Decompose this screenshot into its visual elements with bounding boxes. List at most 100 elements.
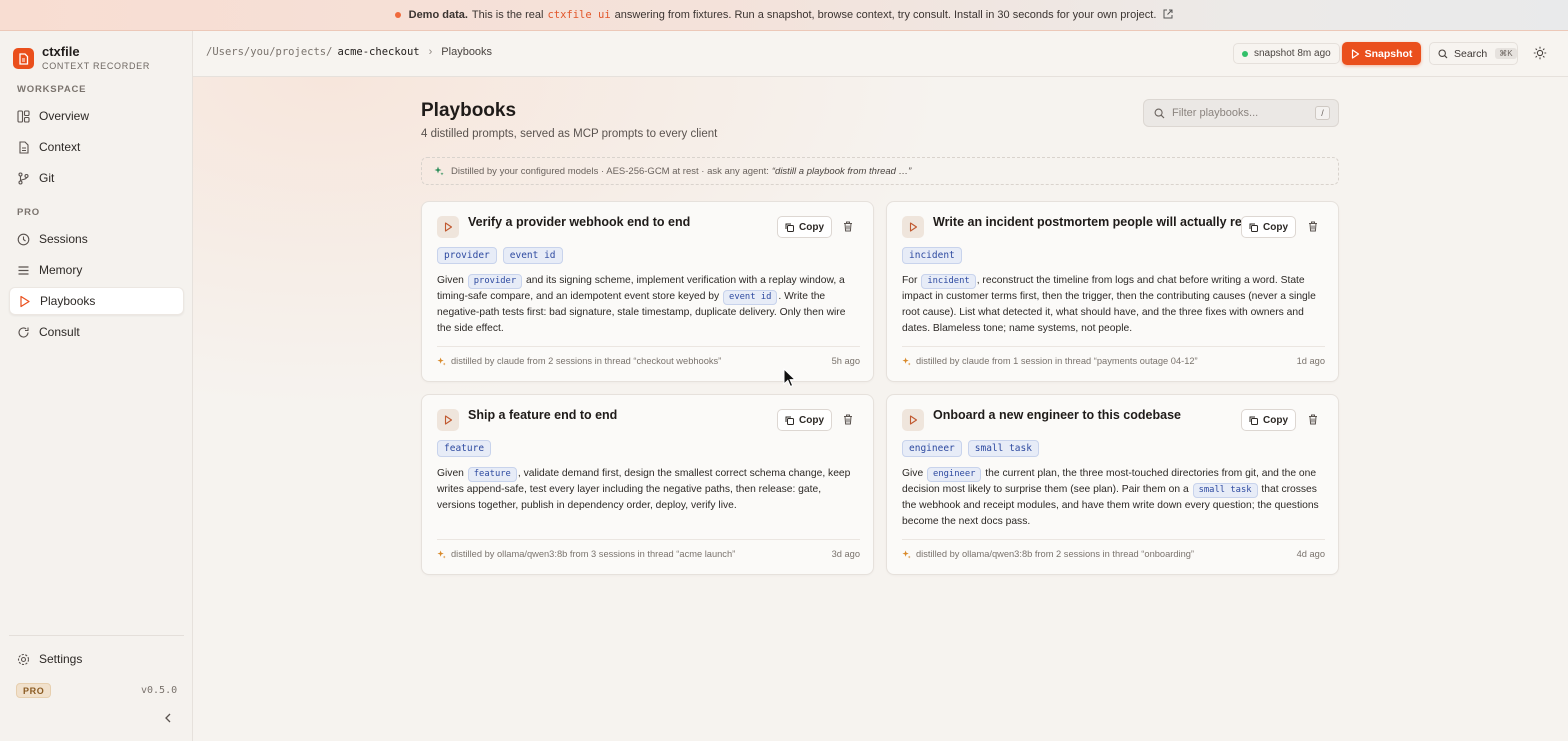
trash-icon — [844, 221, 852, 232]
provenance-text: distilled by ollama/qwen3:8b from 2 sess… — [916, 549, 1195, 559]
breadcrumb-path: /Users/you/projects/ — [206, 46, 333, 58]
tag[interactable]: incident — [902, 247, 962, 264]
copy-button[interactable]: Copy — [777, 216, 832, 238]
provenance-text: distilled by claude from 1 session in th… — [916, 356, 1198, 366]
play-icon — [444, 222, 452, 232]
tag[interactable]: event id — [502, 247, 563, 264]
tag[interactable]: feature — [437, 440, 492, 457]
sidebar-item-settings[interactable]: Settings — [9, 645, 184, 673]
filter-input[interactable] — [1172, 107, 1307, 119]
main-content: Playbooks 4 distilled prompts, served as… — [193, 77, 1568, 741]
sidebar-item-consult[interactable]: Consult — [9, 318, 184, 346]
playbook-body: Give engineer the current plan, the thre… — [902, 466, 1327, 530]
info-text: Distilled by your configured models · AE… — [451, 165, 769, 177]
breadcrumb-page: Playbooks — [441, 46, 493, 58]
version-label: v0.5.0 — [141, 685, 178, 696]
copy-button[interactable]: Copy — [1241, 216, 1296, 238]
external-link-icon[interactable] — [1163, 9, 1173, 22]
tag[interactable]: provider — [437, 247, 497, 264]
banner-dot — [394, 12, 401, 18]
body-text: For — [902, 275, 921, 286]
sidebar-divider — [9, 635, 184, 636]
sidebar-item-memory[interactable]: Memory — [9, 256, 184, 284]
sun-icon — [1533, 46, 1547, 60]
page-subtitle: 4 distilled prompts, served as MCP promp… — [421, 128, 718, 140]
inline-tag: event id — [723, 290, 778, 305]
tag-list: feature — [437, 440, 492, 457]
run-playbook-button[interactable] — [437, 216, 459, 238]
brand-name: ctxfile — [42, 44, 80, 59]
topbar: /Users/you/projects/ acme-checkout › Pla… — [193, 31, 1568, 77]
search-icon — [1438, 48, 1448, 58]
playbook-footer: distilled by ollama/qwen3:8b from 2 sess… — [902, 539, 1325, 559]
sidebar-item-context[interactable]: Context — [9, 133, 184, 161]
delete-button[interactable] — [843, 221, 853, 235]
mouse-cursor-icon — [783, 367, 797, 391]
distill-info-bar: Distilled by your configured models · AE… — [421, 157, 1339, 185]
tag[interactable]: engineer — [902, 440, 962, 457]
inline-tag: engineer — [927, 467, 982, 482]
playbook-card[interactable]: Write an incident postmortem people will… — [886, 201, 1339, 382]
sidebar-item-git[interactable]: Git — [9, 164, 184, 192]
search-icon — [1154, 108, 1165, 118]
brand[interactable]: ctxfile CONTEXT RECORDER — [13, 45, 150, 72]
play-icon — [444, 415, 452, 425]
sidebar: ctxfile CONTEXT RECORDER WORKSPACE Overv… — [0, 31, 193, 741]
collapse-sidebar-button[interactable] — [164, 712, 172, 726]
sidebar-item-sessions[interactable]: Sessions — [9, 225, 184, 253]
filter-field[interactable]: / — [1143, 99, 1339, 127]
tag-list: provider event id — [437, 247, 563, 264]
sparkle-icon — [437, 549, 446, 558]
inline-tag: provider — [467, 274, 523, 289]
play-icon — [909, 222, 917, 232]
chevron-left-icon — [165, 713, 171, 723]
snapshot-button[interactable]: Snapshot — [1342, 42, 1421, 65]
sparkle-icon — [902, 356, 911, 365]
info-quote: “distill a playbook from thread …” — [771, 165, 912, 177]
run-playbook-button[interactable] — [902, 409, 924, 431]
tag[interactable]: small task — [967, 440, 1039, 457]
pro-badge: PRO — [16, 683, 52, 698]
playbook-card[interactable]: Verify a provider webhook end to end Cop… — [421, 201, 874, 382]
delete-button[interactable] — [1308, 221, 1318, 235]
playbook-card[interactable]: Onboard a new engineer to this codebase … — [886, 394, 1339, 575]
list-icon — [18, 265, 29, 275]
playbook-title: Ship a feature end to end — [468, 408, 618, 422]
copy-button[interactable]: Copy — [1241, 409, 1296, 431]
copy-button[interactable]: Copy — [777, 409, 832, 431]
page-title: Playbooks — [421, 100, 517, 121]
sidebar-item-label: Playbooks — [40, 294, 96, 308]
delete-button[interactable] — [1308, 414, 1318, 428]
sparkle-icon — [434, 166, 444, 176]
body-text: Given — [437, 275, 467, 286]
tag-list: incident — [902, 247, 962, 264]
run-playbook-button[interactable] — [902, 216, 924, 238]
sparkle-icon — [437, 356, 446, 365]
run-playbook-button[interactable] — [437, 409, 459, 431]
snapshot-status: snapshot 8m ago — [1233, 43, 1340, 64]
playbook-footer: distilled by ollama/qwen3:8b from 3 sess… — [437, 539, 860, 559]
copy-icon — [1249, 223, 1258, 232]
search-button[interactable]: Search ⌘K — [1429, 42, 1518, 65]
sidebar-item-overview[interactable]: Overview — [9, 102, 184, 130]
file-icon — [19, 140, 29, 154]
copy-icon — [785, 416, 794, 425]
copy-button-label: Copy — [799, 414, 824, 426]
sparkle-icon — [902, 549, 911, 558]
banner-code: ctxfile ui — [547, 9, 611, 21]
playbook-card[interactable]: Ship a feature end to end Copy feature G… — [421, 394, 874, 575]
sidebar-item-label: Sessions — [39, 232, 88, 246]
breadcrumb-repo[interactable]: acme-checkout — [337, 46, 419, 58]
delete-button[interactable] — [843, 414, 853, 428]
play-icon — [1351, 48, 1359, 59]
sidebar-item-playbooks[interactable]: Playbooks — [9, 287, 184, 315]
play-icon — [909, 415, 917, 425]
banner-text-2: answering from fixtures. Run a snapshot,… — [614, 9, 1157, 21]
playbook-age: 1d ago — [1296, 356, 1325, 366]
playbook-title: Verify a provider webhook end to end — [468, 215, 691, 229]
status-dot — [1242, 50, 1248, 57]
demo-banner: Demo data. This is the real ctxfile ui a… — [0, 0, 1568, 31]
theme-toggle-button[interactable] — [1533, 46, 1547, 63]
sidebar-item-label: Settings — [39, 652, 83, 666]
trash-icon — [844, 414, 852, 425]
